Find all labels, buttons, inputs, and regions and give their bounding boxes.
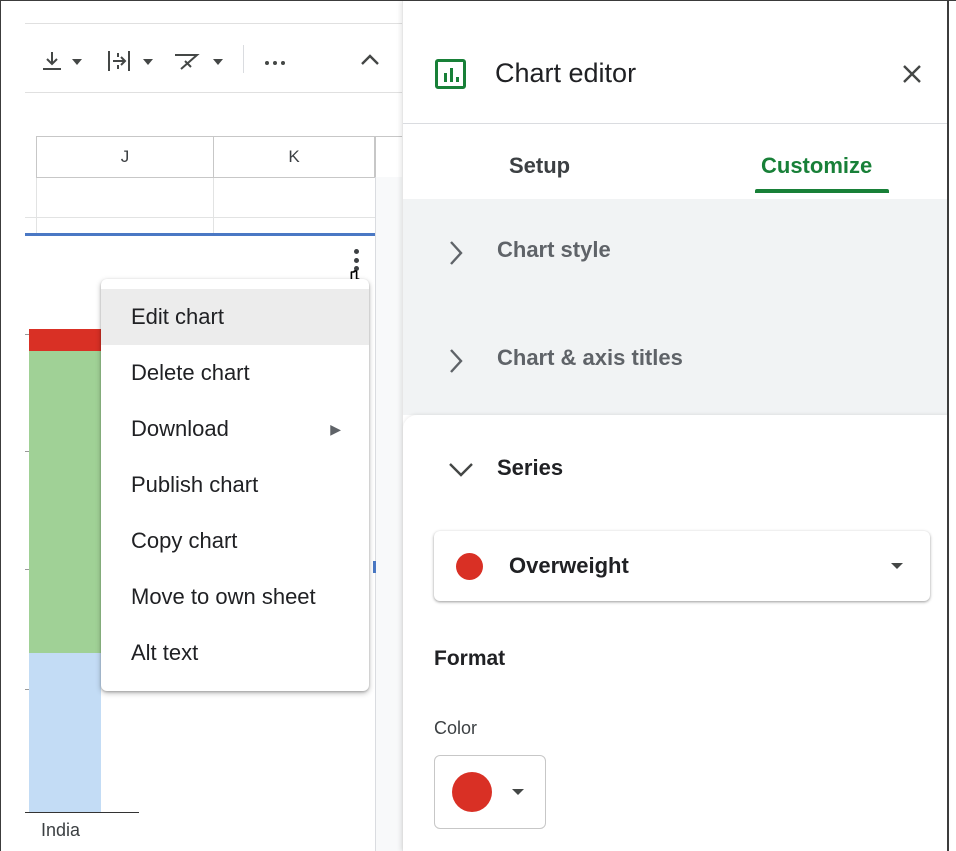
chart-bar-blue-series[interactable] xyxy=(29,653,101,813)
section-series: Series Overweight Format Color xyxy=(403,415,948,851)
frame-right-border xyxy=(947,0,949,851)
vertical-scrollbar[interactable] xyxy=(375,177,402,851)
kebab-dot xyxy=(353,257,359,263)
chevron-right-icon xyxy=(450,349,463,373)
collapse-toolbar-button[interactable] xyxy=(359,43,381,79)
chart-resize-handle[interactable] xyxy=(373,561,376,573)
chart-context-menu: Edit chart Delete chart Download ▶ Publis… xyxy=(101,279,369,691)
color-picker-button[interactable] xyxy=(434,755,546,829)
tab-customize[interactable]: Customize xyxy=(761,153,872,179)
column-header-j[interactable]: J xyxy=(36,136,214,178)
bar-chart-icon xyxy=(435,59,466,89)
close-icon[interactable] xyxy=(899,61,925,87)
more-horizontal-icon xyxy=(265,61,285,65)
chart-editor-panel: Chart editor Setup Customize Chart style… xyxy=(402,1,948,851)
dropdown-arrow-icon xyxy=(512,789,524,795)
menu-item-move-to-own-sheet[interactable]: Move to own sheet xyxy=(101,569,369,625)
series-dropdown-value: Overweight xyxy=(509,553,629,578)
menu-item-alt-text[interactable]: Alt text xyxy=(101,625,369,681)
menu-item-label: Publish chart xyxy=(131,472,259,497)
vertical-align-button[interactable] xyxy=(41,43,87,79)
column-header-k[interactable]: K xyxy=(214,136,375,178)
text-wrap-button[interactable] xyxy=(107,43,157,79)
collapsed-sections: Chart style Chart & axis titles xyxy=(403,199,948,415)
chart-bar-green-series[interactable] xyxy=(29,351,101,653)
toolbar-divider xyxy=(25,92,402,93)
tab-setup[interactable]: Setup xyxy=(509,153,570,179)
chevron-right-icon xyxy=(450,241,463,265)
section-label: Chart & axis titles xyxy=(497,345,683,370)
menu-item-delete-chart[interactable]: Delete chart xyxy=(101,345,369,401)
text-wrapping-icon xyxy=(108,51,153,71)
menu-item-label: Alt text xyxy=(131,640,199,665)
chart-x-axis xyxy=(25,812,139,813)
chart-editor-title: Chart editor xyxy=(495,58,637,88)
menu-item-label: Delete chart xyxy=(131,360,250,385)
chart-selection-border xyxy=(25,233,375,236)
chart-bar-overweight[interactable] xyxy=(29,329,101,351)
sheet-toolbar xyxy=(1,37,402,87)
section-label: Series xyxy=(497,455,564,480)
menu-item-label: Edit chart xyxy=(131,304,224,329)
menu-item-label: Download xyxy=(131,416,229,441)
grid-line xyxy=(25,217,375,218)
chart-editor-header: Chart editor xyxy=(403,1,948,124)
menu-item-publish-chart[interactable]: Publish chart xyxy=(101,457,369,513)
color-label: Color xyxy=(434,718,478,738)
grid-line xyxy=(213,178,214,234)
series-color-dot xyxy=(456,553,483,580)
text-rotation-button[interactable] xyxy=(173,43,227,79)
section-chart-style[interactable]: Chart style xyxy=(403,199,948,307)
menu-item-edit-chart[interactable]: Edit chart xyxy=(101,289,369,345)
scrollbar-corner xyxy=(375,136,402,178)
menu-item-label: Copy chart xyxy=(131,528,238,553)
menu-item-download[interactable]: Download ▶ xyxy=(101,401,369,457)
kebab-dot xyxy=(353,249,359,254)
color-swatch xyxy=(452,772,492,812)
chevron-up-icon xyxy=(361,54,379,65)
chart-editor-tabs: Setup Customize xyxy=(403,125,948,199)
section-chart-axis-titles[interactable]: Chart & axis titles xyxy=(403,307,948,415)
dropdown-arrow-icon xyxy=(891,563,903,569)
menu-item-label: Move to own sheet xyxy=(131,584,316,609)
chart-x-label: India xyxy=(41,820,81,840)
grid-line xyxy=(36,178,37,234)
section-label: Chart style xyxy=(497,237,611,262)
toolbar-top-divider xyxy=(25,23,402,24)
more-options-button[interactable] xyxy=(263,43,287,79)
format-heading: Format xyxy=(434,647,506,670)
toolbar-separator xyxy=(243,45,244,73)
text-rotation-icon xyxy=(175,54,223,70)
series-dropdown[interactable]: Overweight xyxy=(434,531,930,601)
menu-item-copy-chart[interactable]: Copy chart xyxy=(101,513,369,569)
spreadsheet-area: J K India Edit chart Delete chart Downlo… xyxy=(1,1,402,851)
submenu-arrow-icon: ▶ xyxy=(330,420,341,437)
active-tab-indicator xyxy=(755,189,889,193)
chevron-down-icon xyxy=(449,463,473,477)
vertical-align-bottom-icon xyxy=(43,52,82,70)
